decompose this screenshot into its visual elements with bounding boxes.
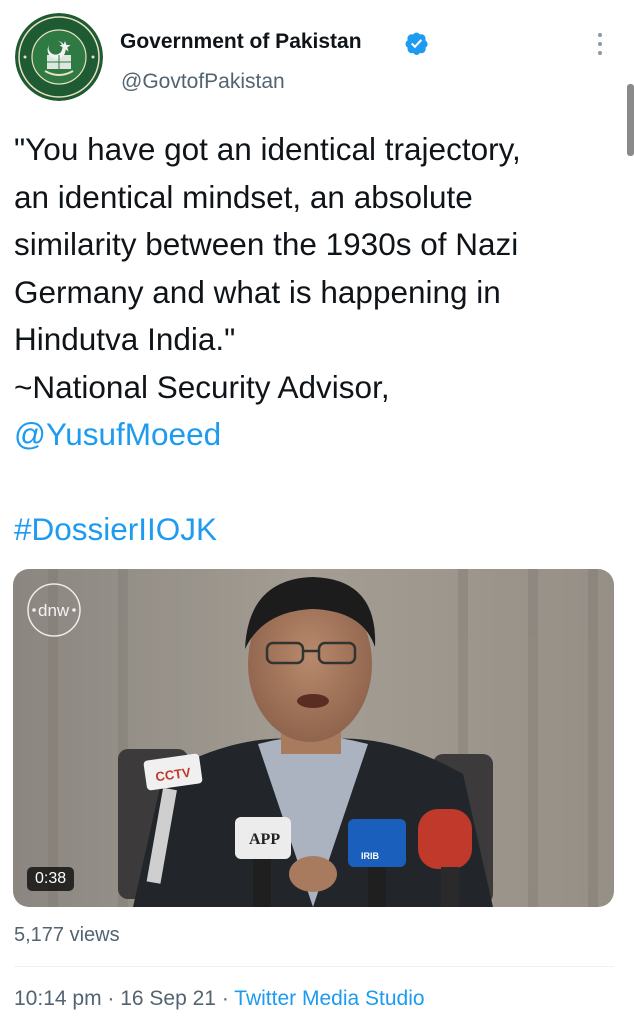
government-seal-icon	[15, 13, 103, 101]
account-handle[interactable]: @GovtofPakistan	[121, 70, 285, 94]
video-frame: CCTV APP IRIB dnw	[13, 569, 614, 907]
tweet-line: Germany and what is happening in	[14, 273, 501, 310]
display-name[interactable]: Government of Pakistan	[120, 30, 362, 54]
tweet-line: ~National Security Advisor,	[14, 368, 390, 405]
verified-badge-icon	[405, 32, 428, 55]
tweet-line: similarity between the 1930s of Nazi	[14, 226, 519, 262]
dot-icon	[598, 51, 602, 55]
separator: ·	[216, 987, 235, 1010]
tweet-date[interactable]: 16 Sep 21	[120, 987, 216, 1010]
divider	[14, 966, 614, 967]
dot-icon	[598, 42, 602, 46]
tweet-meta: 10:14 pm · 16 Sep 21 · Twitter Media Stu…	[14, 987, 425, 1011]
video-player[interactable]: CCTV APP IRIB dnw 0:38	[13, 569, 614, 907]
hashtag-link[interactable]: #DossierIIOJK	[14, 506, 619, 554]
source-link[interactable]: Twitter Media Studio	[234, 987, 424, 1010]
tweet-line: "You have got an identical trajectory,	[14, 131, 521, 167]
tweet-line: an identical mindset, an absolute	[14, 178, 473, 215]
mic-label: APP	[249, 831, 280, 848]
tweet-text: "You have got an identical trajectory, a…	[14, 126, 619, 554]
dot-icon	[598, 33, 602, 37]
avatar[interactable]	[15, 13, 103, 101]
view-count: 5,177 views	[14, 924, 120, 946]
tweet-line: Hindutva India."	[14, 321, 236, 357]
mention-link[interactable]: @YusufMoeed	[14, 411, 619, 459]
video-duration: 0:38	[27, 867, 75, 891]
separator: ·	[101, 987, 121, 1010]
scrollbar-thumb[interactable]	[627, 84, 634, 156]
svg-text:dnw: dnw	[38, 601, 70, 620]
more-options-button[interactable]	[591, 33, 609, 55]
tweet-time[interactable]: 10:14 pm	[14, 987, 102, 1010]
mic-label: IRIB	[361, 851, 380, 861]
